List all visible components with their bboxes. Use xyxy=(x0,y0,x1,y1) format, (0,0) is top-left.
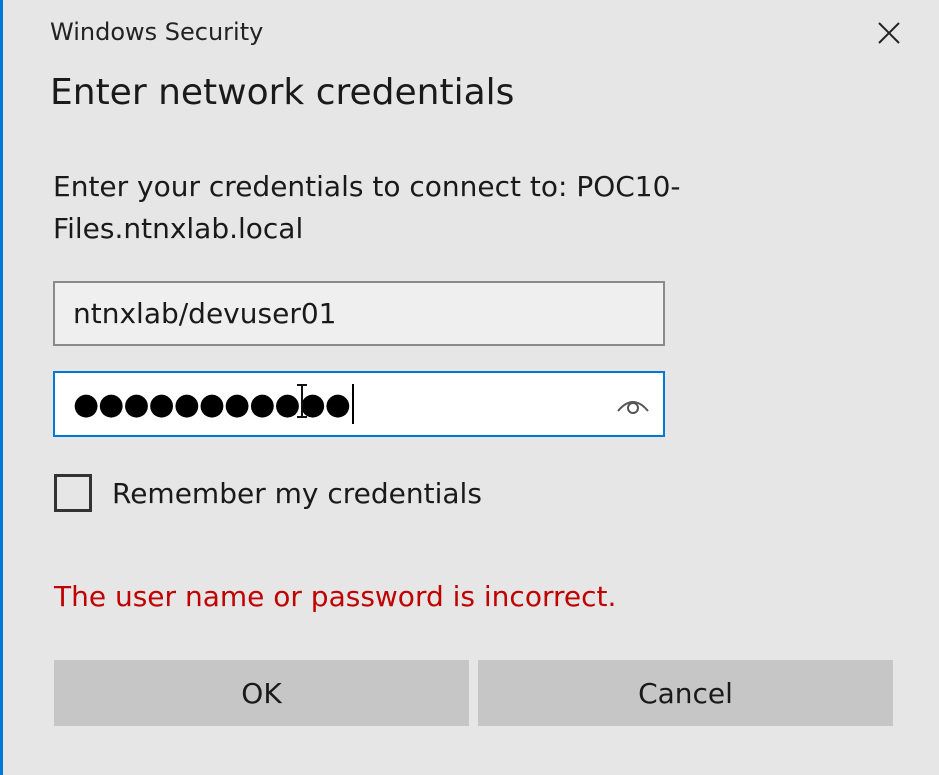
credentials-dialog: Windows Security Enter network credentia… xyxy=(0,0,939,775)
connect-message-line2: Files.ntnxlab.local xyxy=(53,212,304,245)
password-field[interactable]: ●●●●●●●●●●● xyxy=(53,371,665,437)
cancel-button[interactable]: Cancel xyxy=(478,660,893,726)
error-message: The user name or password is incorrect. xyxy=(54,580,617,613)
username-field[interactable]: ntnxlab/devuser01 xyxy=(53,281,665,346)
close-button[interactable] xyxy=(865,10,913,56)
eye-icon xyxy=(617,401,649,414)
remember-credentials-row[interactable]: Remember my credentials xyxy=(54,474,482,512)
close-icon xyxy=(878,22,900,44)
remember-credentials-checkbox[interactable] xyxy=(54,474,92,512)
username-value: ntnxlab/devuser01 xyxy=(73,297,337,330)
ibeam-cursor-icon xyxy=(297,384,307,418)
dialog-heading: Enter network credentials xyxy=(50,72,515,113)
remember-credentials-label[interactable]: Remember my credentials xyxy=(112,477,482,510)
reveal-password-button[interactable] xyxy=(613,385,653,425)
window-title: Windows Security xyxy=(50,18,264,46)
connect-message-line1: Enter your credentials to connect to: PO… xyxy=(53,170,681,203)
connect-message: Enter your credentials to connect to: PO… xyxy=(53,166,693,250)
ok-button[interactable]: OK xyxy=(54,660,469,726)
text-caret xyxy=(351,384,354,424)
